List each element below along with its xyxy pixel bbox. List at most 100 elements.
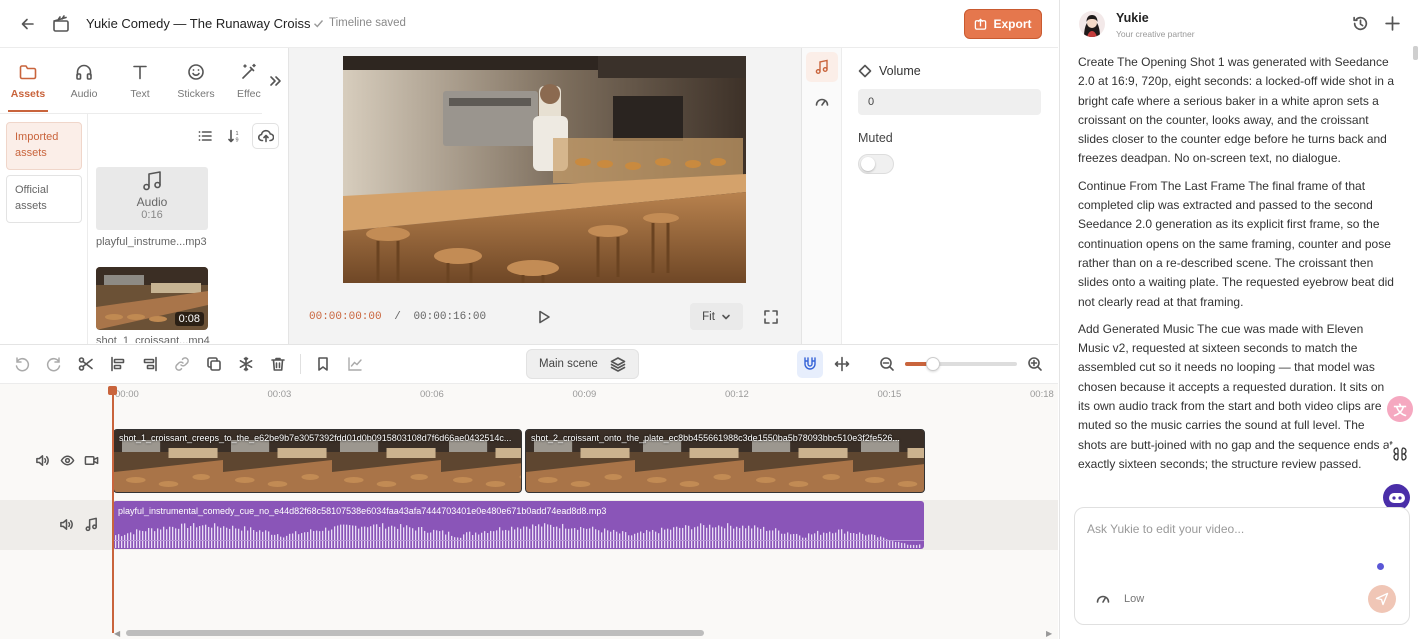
link-icon[interactable] [174, 356, 190, 372]
horizontal-scrollbar[interactable] [126, 630, 704, 636]
playhead[interactable] [112, 388, 114, 633]
duplicate-icon[interactable] [206, 356, 222, 372]
total-time: 00:00:16:00 [413, 311, 487, 323]
speed-icon [815, 98, 829, 106]
zoom-out-icon[interactable] [879, 356, 895, 372]
zoom-in-icon[interactable] [1027, 356, 1043, 372]
tab-text[interactable]: Text [118, 62, 162, 100]
upload-button[interactable] [252, 123, 279, 149]
video-asset-card[interactable]: 0:08 [96, 267, 208, 330]
send-button[interactable] [1368, 585, 1396, 613]
list-view-icon[interactable] [198, 129, 212, 143]
fit-select[interactable]: Fit [690, 303, 743, 330]
clip-2-name: shot_2_croissant_onto_the_plate_ec8bb455… [531, 433, 900, 443]
chat-message: Continue From The Last Frame The final f… [1078, 178, 1394, 309]
chart-icon[interactable] [347, 356, 363, 372]
audio-track-mute-icon[interactable] [59, 517, 74, 532]
fit-select-label: Fit [702, 310, 715, 323]
scroll-right-arrow-icon[interactable]: ▶ [1046, 629, 1052, 638]
delete-icon[interactable] [270, 356, 286, 372]
export-button[interactable]: Export [964, 9, 1042, 39]
undo-icon[interactable] [14, 356, 30, 372]
send-icon [1375, 592, 1389, 606]
video-clip-2[interactable]: shot_2_croissant_onto_the_plate_ec8bb455… [525, 429, 925, 493]
playhead-handle[interactable] [108, 386, 117, 395]
folder-icon [19, 65, 37, 80]
effort-selector[interactable]: Low [1096, 592, 1144, 606]
audio-asset-card[interactable]: Audio 0:16 [96, 167, 208, 230]
magnet-icon [804, 357, 816, 370]
volume-section-header: Volume [858, 64, 921, 78]
zoom-slider-handle[interactable] [926, 357, 940, 371]
video-track-mute-icon[interactable] [35, 453, 50, 468]
shortcuts-icon[interactable] [1387, 441, 1413, 467]
asset-tabs: Assets Audio Text Stickers Effec [0, 48, 262, 114]
category-imported-assets[interactable]: Imported assets [6, 122, 82, 170]
audio-asset-name: playful_instrume...mp3 [96, 236, 207, 248]
split-icon[interactable] [78, 356, 94, 372]
audio-properties-tab[interactable] [806, 52, 838, 82]
avatar [1079, 11, 1105, 37]
tab-audio[interactable]: Audio [62, 62, 106, 100]
fullscreen-button[interactable] [763, 309, 779, 325]
bookmark-icon[interactable] [315, 356, 331, 372]
ruler-tick-label: 00:15 [877, 389, 902, 400]
align-left-icon[interactable] [110, 356, 126, 372]
magic-wand-icon [242, 63, 256, 79]
headphones-icon [76, 64, 92, 80]
ruler-tick-label: 00:09 [572, 389, 597, 400]
audio-clip[interactable]: playful_instrumental_comedy_cue_no_e44d8… [113, 501, 924, 549]
tab-assets-label: Assets [10, 88, 46, 100]
time-ruler[interactable]: 00:00 00:03 00:06 00:09 00:12 00:15 00:18 [112, 384, 1058, 406]
video-asset-name: shot_1_croissant...mp4 [96, 335, 210, 343]
property-category-strip [802, 48, 842, 344]
freeze-icon[interactable] [238, 356, 254, 372]
scroll-left-arrow-icon[interactable]: ◀ [114, 629, 120, 638]
snap-toggle[interactable] [797, 350, 823, 378]
scene-label: Main scene [539, 358, 598, 370]
more-tabs-button[interactable] [262, 48, 287, 114]
audio-duration: 0:16 [141, 209, 163, 221]
tab-effects[interactable]: Effec [230, 62, 262, 100]
category-official-assets[interactable]: Official assets [6, 175, 82, 223]
gauge-icon [1096, 595, 1110, 603]
scene-selector[interactable]: Main scene [526, 349, 639, 379]
tab-stickers[interactable]: Stickers [174, 62, 218, 100]
history-icon[interactable] [1352, 15, 1369, 32]
speed-properties-tab[interactable] [814, 94, 830, 110]
chat-input-box [1074, 507, 1410, 625]
fit-timeline-icon[interactable] [834, 356, 850, 372]
export-icon [975, 17, 987, 30]
sort-icon[interactable]: 19 [228, 129, 242, 143]
chat-message: Create The Opening Shot 1 was generated … [1078, 55, 1394, 166]
visibility-eye-icon[interactable] [60, 453, 75, 468]
chat-input[interactable] [1087, 522, 1387, 536]
align-right-icon[interactable] [142, 356, 158, 372]
volume-label: Volume [879, 64, 921, 78]
toolbar-divider [300, 354, 301, 374]
redo-icon[interactable] [46, 356, 62, 372]
agent-subtitle: Your creative partner [1116, 29, 1195, 39]
chat-scrollbar[interactable] [1413, 46, 1418, 60]
svg-text:9: 9 [236, 138, 239, 144]
ruler-tick-label: 00:03 [267, 389, 292, 400]
tab-stickers-label: Stickers [177, 88, 215, 100]
project-title[interactable]: Yukie Comedy — The Runaway Croiss [86, 16, 310, 31]
ruler-tick-label: 00:00 [115, 389, 139, 400]
back-arrow-icon[interactable] [20, 16, 36, 32]
save-status: Timeline saved [313, 17, 406, 29]
tab-assets[interactable]: Assets [6, 62, 50, 100]
svg-text:1: 1 [236, 131, 239, 137]
translate-icon[interactable]: 文 [1387, 396, 1413, 422]
check-icon [314, 19, 324, 28]
music-note-icon [143, 171, 161, 191]
preview-frame[interactable] [343, 56, 746, 283]
save-status-text: Timeline saved [329, 17, 406, 29]
muted-toggle[interactable] [858, 154, 894, 174]
play-button[interactable] [536, 309, 552, 325]
video-clip-1[interactable]: shot_1_croissant_creeps_to_the_e62be9b7e… [113, 429, 522, 493]
active-tab-indicator [8, 110, 48, 112]
video-duration: 0:08 [174, 312, 204, 326]
volume-input[interactable]: 0 [858, 89, 1041, 115]
new-chat-plus-icon[interactable] [1384, 15, 1401, 32]
